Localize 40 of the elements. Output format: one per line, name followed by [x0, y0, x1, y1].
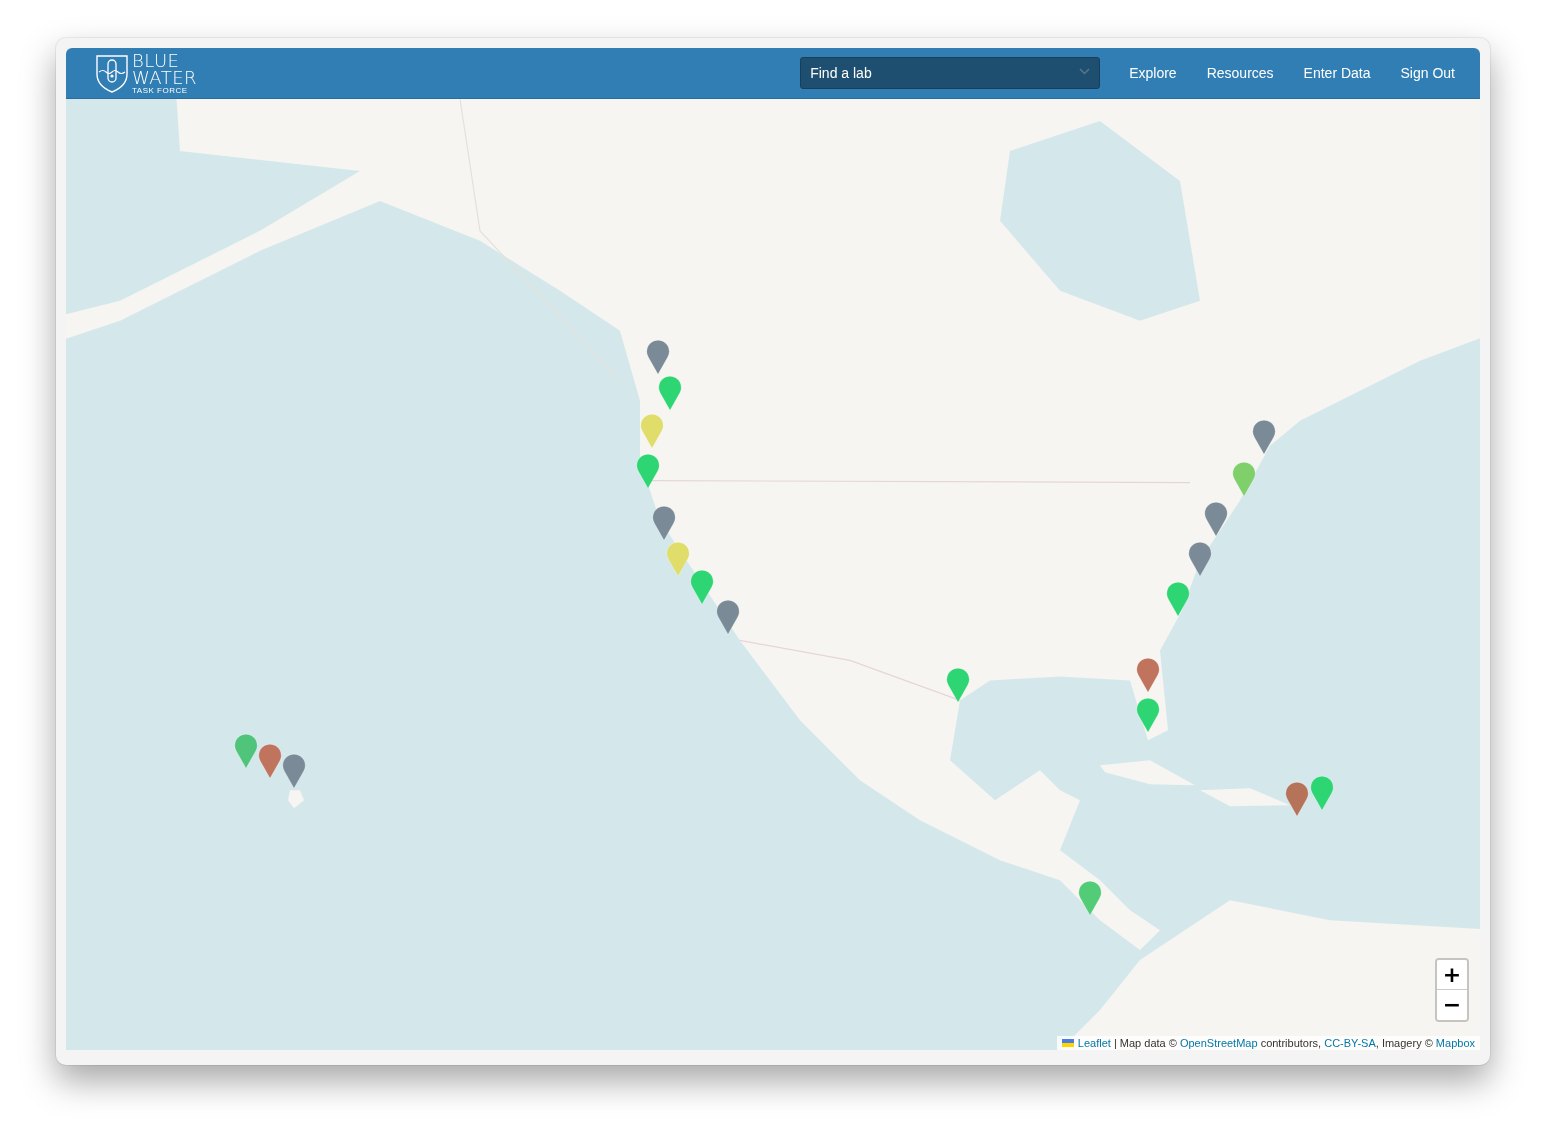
attribution-link[interactable]: Mapbox — [1435, 1037, 1475, 1049]
flag-icon — [1061, 1039, 1074, 1047]
logo-tagline: TASK FORCE — [132, 86, 189, 95]
zoom-out-button[interactable]: − — [1437, 990, 1467, 1020]
nav-link[interactable]: Resources — [1191, 65, 1289, 81]
lab-select[interactable]: Find a lab — [800, 57, 1101, 89]
chevron-down-icon — [1079, 68, 1091, 75]
logo-icon — [94, 52, 130, 94]
map-marker[interactable] — [1310, 775, 1334, 811]
logo-text: WATER — [132, 68, 198, 86]
map-marker[interactable] — [690, 569, 714, 605]
map-marker[interactable] — [646, 339, 670, 375]
map-marker[interactable] — [1285, 781, 1309, 817]
map-marker[interactable] — [1136, 697, 1160, 733]
map-marker[interactable] — [258, 743, 282, 779]
map-marker[interactable] — [1204, 501, 1228, 537]
nav-link[interactable]: Explore — [1114, 65, 1192, 81]
map-marker[interactable] — [636, 453, 660, 489]
map-marker[interactable] — [1136, 657, 1160, 693]
attribution-link[interactable]: CC-BY-SA — [1324, 1037, 1376, 1049]
map-marker[interactable] — [234, 733, 258, 769]
map-marker[interactable] — [652, 505, 676, 541]
map-marker[interactable] — [658, 375, 682, 411]
map-marker[interactable] — [1166, 581, 1190, 617]
map-marker[interactable] — [1232, 461, 1256, 497]
map-marker[interactable] — [640, 413, 664, 449]
map-marker[interactable] — [282, 753, 306, 789]
map-marker[interactable] — [666, 541, 690, 577]
nav-link[interactable]: Sign Out — [1385, 65, 1470, 81]
nav-link[interactable]: Enter Data — [1288, 65, 1386, 81]
map-marker[interactable] — [716, 599, 740, 635]
attribution-link[interactable]: OpenStreetMap — [1179, 1037, 1258, 1049]
map-marker[interactable] — [946, 667, 970, 703]
logo-text: BLUE — [132, 51, 181, 69]
map-marker[interactable] — [1252, 419, 1276, 455]
attribution-link[interactable]: Leaflet — [1077, 1037, 1111, 1049]
map-marker[interactable] — [1188, 541, 1212, 577]
map-marker[interactable] — [1078, 880, 1102, 916]
attribution-text: Leaflet | Map data © OpenStreetMap contributors, CC-BY-SA, Imagery © Mapbox — [1077, 1037, 1475, 1049]
zoom-in-button[interactable]: + — [1437, 960, 1467, 990]
